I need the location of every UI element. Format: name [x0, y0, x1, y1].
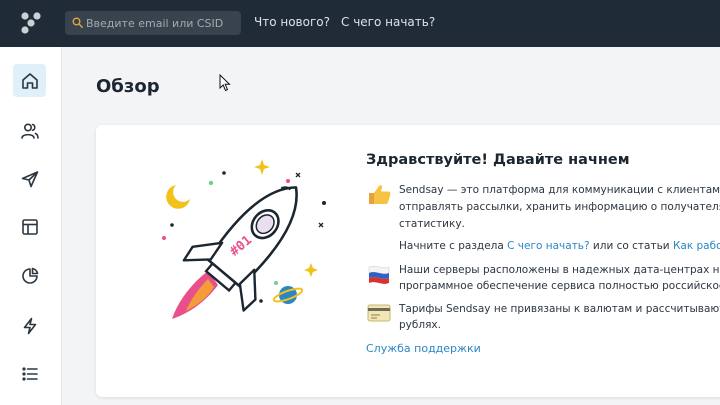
sidebar-item-lists[interactable] — [13, 357, 46, 390]
welcome-title: Здравствуйте! Давайте начнем — [366, 152, 630, 168]
search-input[interactable] — [86, 11, 236, 35]
search-box[interactable] — [65, 11, 241, 35]
nav-whats-new[interactable]: Что нового? — [254, 15, 330, 29]
welcome-card: #01 Здравствуйте! Давайте начнем Sendsay… — [96, 125, 720, 397]
start-mid: или со статьи — [589, 240, 673, 252]
sidebar-item-automation[interactable] — [13, 309, 46, 342]
tariffs-line-1: Тарифы Sendsay не привязаны к валютам и … — [399, 303, 720, 315]
users-icon — [20, 122, 39, 139]
pie-chart-icon — [21, 267, 38, 284]
link-how-it-works[interactable]: Как работает — [673, 240, 720, 252]
sidebar-item-statistics[interactable] — [13, 259, 46, 292]
send-icon — [21, 170, 38, 187]
link-getting-started[interactable]: С чего начать? — [507, 240, 589, 252]
sidebar-item-home[interactable] — [13, 64, 46, 97]
layout-icon — [21, 218, 38, 235]
sidebar — [0, 47, 62, 405]
page-title: Обзор — [96, 76, 160, 97]
lightning-icon — [23, 317, 36, 334]
servers-line-2: программное обеспечение сервиса полность… — [399, 280, 720, 292]
list-icon — [21, 366, 38, 381]
sidebar-item-templates[interactable] — [13, 210, 46, 243]
start-paragraph: Начните с раздела С чего начать? или со … — [399, 238, 720, 254]
thumbs-up-icon — [369, 185, 391, 204]
rocket-illustration: #01 — [162, 159, 326, 319]
nav-getting-started[interactable]: С чего начать? — [341, 15, 435, 29]
top-bar: Что нового? С чего начать? — [0, 0, 720, 47]
sendsay-logo-icon[interactable] — [17, 10, 45, 36]
servers-line-1: Наши серверы расположены в надежных дата… — [399, 264, 720, 276]
start-prefix: Начните с раздела — [399, 240, 508, 252]
sidebar-item-users[interactable] — [13, 114, 46, 147]
mouse-cursor-icon — [219, 74, 231, 92]
tariffs-line-2: рублях. — [399, 319, 441, 331]
support-link[interactable]: Служба поддержки — [366, 342, 481, 355]
intro-line-1: Sendsay — это платформа для коммуникации… — [399, 184, 720, 196]
credit-card-icon — [367, 304, 391, 322]
home-icon — [21, 72, 38, 89]
sidebar-item-campaigns[interactable] — [13, 162, 46, 195]
intro-line-2: отправлять рассылки, хранить информацию … — [399, 201, 720, 213]
intro-line-3: статистику. — [399, 218, 465, 230]
search-icon — [72, 17, 83, 28]
russia-flag-icon — [368, 265, 390, 284]
